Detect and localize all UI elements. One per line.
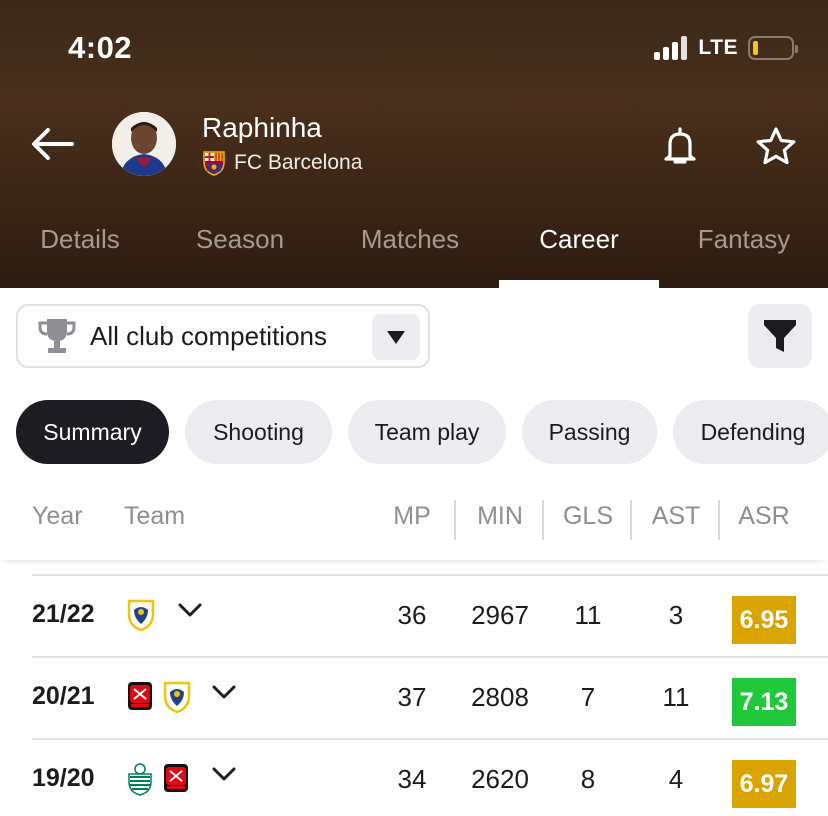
back-button[interactable] xyxy=(28,120,76,168)
table-row[interactable]: 20/21 37 2808 7 11 7.13 xyxy=(32,656,828,738)
team-logos xyxy=(126,598,156,632)
filter-icon xyxy=(764,320,796,352)
dropdown-button[interactable] xyxy=(372,314,420,360)
season-year: 19/20 xyxy=(32,764,95,792)
cell-gls: 7 xyxy=(580,682,596,712)
cell-min: 2620 xyxy=(471,764,529,794)
caret-down-icon xyxy=(387,331,405,344)
chip-shooting[interactable]: Shooting xyxy=(185,400,332,464)
signal-icon xyxy=(654,36,688,60)
filter-button[interactable] xyxy=(748,304,812,368)
season-year: 20/21 xyxy=(32,682,95,710)
battery-icon xyxy=(748,36,798,60)
chevron-down-icon[interactable] xyxy=(212,766,236,782)
competition-label: All club competitions xyxy=(90,320,327,351)
cell-ast: 11 xyxy=(662,682,690,712)
header-ast[interactable]: AST xyxy=(632,502,720,531)
star-icon xyxy=(756,127,796,165)
cell-gls: 8 xyxy=(580,764,596,794)
trophy-icon xyxy=(38,319,76,353)
season-year: 21/22 xyxy=(32,600,95,628)
club-name: FC Barcelona xyxy=(234,151,363,174)
header-min[interactable]: MIN xyxy=(456,502,544,531)
cell-mp: 34 xyxy=(397,764,427,794)
tab-bar: Details Season Matches Career Fantasy xyxy=(0,214,828,288)
status-time: 4:02 xyxy=(68,30,133,65)
chip-summary[interactable]: Summary xyxy=(16,400,169,464)
tab-fantasy[interactable]: Fantasy xyxy=(676,214,812,288)
cell-mp: 36 xyxy=(397,600,427,630)
cell-gls: 11 xyxy=(574,600,602,630)
sporting-cp-icon xyxy=(128,763,152,796)
chip-team-play[interactable]: Team play xyxy=(348,400,506,464)
fc-barcelona-crest-icon xyxy=(203,151,225,176)
active-tab-indicator xyxy=(499,280,659,288)
rating-badge: 6.95 xyxy=(732,596,796,644)
tab-season[interactable]: Season xyxy=(168,214,312,288)
rating-badge: 7.13 xyxy=(732,678,796,726)
competition-select[interactable]: All club competitions xyxy=(16,304,430,368)
cell-mp: 37 xyxy=(397,682,427,712)
player-name: Raphinha xyxy=(202,112,322,143)
stade-rennais-icon xyxy=(164,764,188,792)
club-row[interactable]: FC Barcelona xyxy=(202,150,362,176)
bell-icon xyxy=(664,127,696,164)
header-mp[interactable]: MP xyxy=(368,502,456,531)
stat-category-chips: Summary Shooting Team play Passing Defen… xyxy=(16,400,828,464)
table-row[interactable]: 19/20 34 2620 8 4 6.97 xyxy=(32,738,828,816)
network-label: LTE xyxy=(698,36,738,59)
table-row[interactable]: 21/22 36 2967 11 3 6.95 xyxy=(32,574,828,656)
header-asr[interactable]: ASR xyxy=(720,502,808,531)
stade-rennais-icon xyxy=(128,682,152,710)
tab-matches[interactable]: Matches xyxy=(336,214,484,288)
tab-details[interactable]: Details xyxy=(8,214,152,288)
notifications-button[interactable] xyxy=(656,122,704,170)
chip-passing[interactable]: Passing xyxy=(522,400,657,464)
table-header: Year Team MP MIN GLS AST ASR xyxy=(0,494,828,560)
status-indicators: LTE xyxy=(654,36,798,60)
team-logos xyxy=(126,680,192,714)
avatar xyxy=(112,112,176,176)
arrow-left-icon xyxy=(32,128,74,160)
leeds-united-icon xyxy=(163,681,191,714)
player-header: 4:02 LTE Raphinha FC Barcelona Details S… xyxy=(0,0,828,288)
chip-defending[interactable]: Defending xyxy=(673,400,828,464)
favorite-button[interactable] xyxy=(750,120,802,172)
header-year[interactable]: Year xyxy=(32,502,83,531)
header-team: Team xyxy=(124,502,186,530)
leeds-united-icon xyxy=(127,599,155,632)
rating-badge: 6.97 xyxy=(732,760,796,808)
tab-career[interactable]: Career xyxy=(499,214,659,288)
cell-ast: 4 xyxy=(668,764,684,794)
chevron-down-icon[interactable] xyxy=(212,684,236,700)
header-gls[interactable]: GLS xyxy=(544,502,632,531)
chevron-down-icon[interactable] xyxy=(178,602,202,618)
cell-min: 2967 xyxy=(471,600,529,630)
cell-min: 2808 xyxy=(471,682,529,712)
team-logos xyxy=(126,762,190,796)
cell-ast: 3 xyxy=(668,600,684,630)
